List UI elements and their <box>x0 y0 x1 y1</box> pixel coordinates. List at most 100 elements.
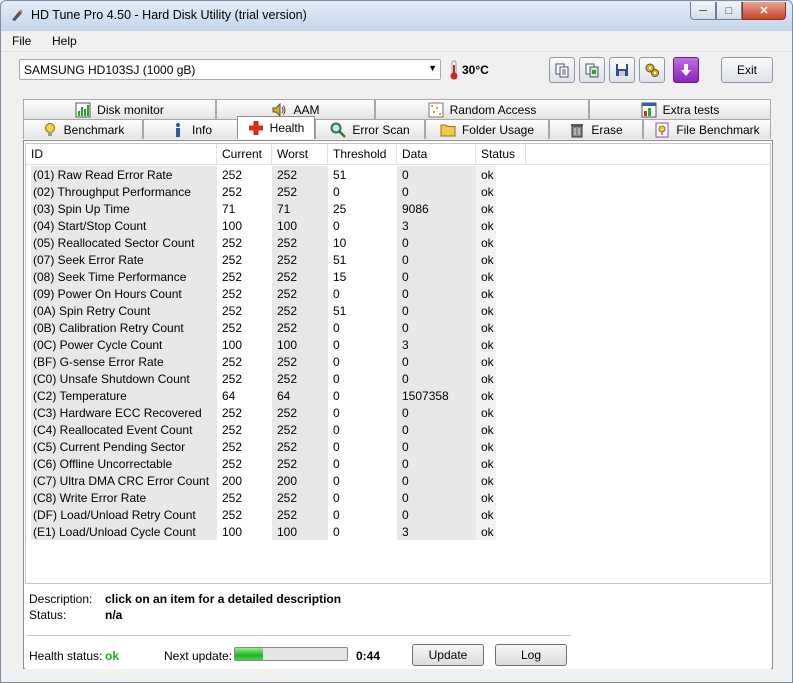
tab-error-scan[interactable]: Error Scan <box>315 119 425 139</box>
table-row[interactable]: (0A) Spin Retry Count 252 252 51 0 ok <box>26 303 770 320</box>
table-row[interactable]: (03) Spin Up Time 71 71 25 9086 ok <box>26 201 770 218</box>
cell-worst: 64 <box>277 389 291 403</box>
tab-disk-monitor[interactable]: Disk monitor <box>23 99 216 119</box>
table-row[interactable]: (05) Reallocated Sector Count 252 252 10 0 ok <box>26 235 770 252</box>
maximize-button[interactable]: □ <box>716 2 742 20</box>
folder-icon <box>440 122 456 138</box>
cell-worst: 252 <box>277 440 298 454</box>
cell-status: ok <box>481 304 494 318</box>
cell-status: ok <box>481 389 494 403</box>
column-header-data[interactable]: Data <box>397 144 476 164</box>
minimize-button[interactable]: ─ <box>690 2 716 20</box>
copy-screenshot-button[interactable] <box>579 57 605 83</box>
cell-data: 3 <box>402 525 409 539</box>
table-row[interactable]: (0C) Power Cycle Count 100 100 0 3 ok <box>26 337 770 354</box>
cell-id: (08) Seek Time Performance <box>33 270 187 284</box>
table-row[interactable]: (0B) Calibration Retry Count 252 252 0 0 ok <box>26 320 770 337</box>
tab-benchmark[interactable]: Benchmark <box>23 119 143 139</box>
tab-file-benchmark[interactable]: File Benchmark <box>643 119 771 139</box>
table-row[interactable]: (C8) Write Error Rate 252 252 0 0 ok <box>26 490 770 507</box>
cell-id: (BF) G-sense Error Rate <box>33 355 164 369</box>
save-button[interactable] <box>609 57 635 83</box>
cell-id: (0C) Power Cycle Count <box>33 338 163 352</box>
column-header-current[interactable]: Current <box>217 144 272 164</box>
table-row[interactable]: (08) Seek Time Performance 252 252 15 0 ok <box>26 269 770 286</box>
close-button[interactable]: ✕ <box>742 2 786 20</box>
cell-status: ok <box>481 491 494 505</box>
cell-worst: 252 <box>277 423 298 437</box>
tab-label: Benchmark <box>63 122 125 137</box>
table-row[interactable]: (09) Power On Hours Count 252 252 0 0 ok <box>26 286 770 303</box>
table-row[interactable]: (C0) Unsafe Shutdown Count 252 252 0 0 ok <box>26 371 770 388</box>
cell-data: 1507358 <box>402 389 449 403</box>
cell-worst: 200 <box>277 474 298 488</box>
exit-button[interactable]: Exit <box>721 57 773 83</box>
column-header-worst[interactable]: Worst <box>272 144 328 164</box>
temperature-readout: 30°C <box>462 63 489 77</box>
cell-data: 0 <box>402 253 409 267</box>
download-button[interactable] <box>673 57 699 83</box>
cell-data: 0 <box>402 168 409 182</box>
table-row[interactable]: (DF) Load/Unload Retry Count 252 252 0 0 ok <box>26 507 770 524</box>
cell-worst: 252 <box>277 406 298 420</box>
cell-current: 252 <box>222 287 243 301</box>
table-row[interactable]: (BF) G-sense Error Rate 252 252 0 0 ok <box>26 354 770 371</box>
status-label: Status: <box>29 608 67 622</box>
cell-threshold: 0 <box>333 474 340 488</box>
tab-erase[interactable]: Erase <box>549 119 643 139</box>
tab-info[interactable]: Info <box>143 119 239 139</box>
cell-worst: 252 <box>277 168 298 182</box>
tab-random-access[interactable]: Random Access <box>375 99 589 119</box>
table-row[interactable]: (02) Throughput Performance 252 252 0 0 ok <box>26 184 770 201</box>
update-button[interactable]: Update <box>412 644 484 666</box>
tab-label: File Benchmark <box>676 122 760 137</box>
cell-worst: 252 <box>277 270 298 284</box>
tab-folder-usage[interactable]: Folder Usage <box>425 119 549 139</box>
copy-text-button[interactable] <box>549 57 575 83</box>
cell-worst: 100 <box>277 338 298 352</box>
tab-label: AAM <box>293 102 320 117</box>
options-button[interactable] <box>639 57 665 83</box>
drive-select[interactable]: SAMSUNG HD103SJ (1000 gB) ▼ <box>19 59 441 80</box>
cell-worst: 100 <box>277 525 298 539</box>
smart-table[interactable]: ID Current Worst Threshold Data Status (… <box>25 143 771 584</box>
health-status-label: Health status: <box>29 649 103 663</box>
maximize-icon: □ <box>725 4 733 17</box>
menu-file[interactable]: File <box>12 34 31 48</box>
table-row[interactable]: (01) Raw Read Error Rate 252 252 51 0 ok <box>26 167 770 184</box>
column-header-status[interactable]: Status <box>476 144 526 164</box>
cell-threshold: 0 <box>333 508 340 522</box>
cell-worst: 252 <box>277 236 298 250</box>
cell-current: 252 <box>222 253 243 267</box>
cell-current: 200 <box>222 474 243 488</box>
tab-label: Error Scan <box>352 122 410 137</box>
cell-worst: 252 <box>277 287 298 301</box>
tab-health[interactable]: Health <box>237 116 315 139</box>
cell-id: (C8) Write Error Rate <box>33 491 147 505</box>
table-row[interactable]: (C2) Temperature 64 64 0 1507358 ok <box>26 388 770 405</box>
cell-current: 252 <box>222 304 243 318</box>
cell-threshold: 0 <box>333 389 340 403</box>
copy-screenshot-icon <box>585 63 599 78</box>
log-button[interactable]: Log <box>495 644 567 666</box>
table-row[interactable]: (E1) Load/Unload Cycle Count 100 100 0 3 ok <box>26 524 770 541</box>
description-value: click on an item for a detailed descript… <box>105 592 342 606</box>
cell-status: ok <box>481 406 494 420</box>
column-header-id[interactable]: ID <box>26 144 217 164</box>
table-row[interactable]: (07) Seek Error Rate 252 252 51 0 ok <box>26 252 770 269</box>
cell-id: (C3) Hardware ECC Recovered <box>33 406 202 420</box>
cell-data: 0 <box>402 321 409 335</box>
table-row[interactable]: (C4) Reallocated Event Count 252 252 0 0 ok <box>26 422 770 439</box>
menu-help[interactable]: Help <box>52 34 77 48</box>
download-icon <box>681 64 691 76</box>
column-header-threshold[interactable]: Threshold <box>328 144 397 164</box>
cell-threshold: 51 <box>333 304 347 318</box>
tab-extra-tests[interactable]: Extra tests <box>589 99 771 119</box>
cell-data: 0 <box>402 270 409 284</box>
table-row[interactable]: (04) Start/Stop Count 100 100 0 3 ok <box>26 218 770 235</box>
table-row[interactable]: (C7) Ultra DMA CRC Error Count 200 200 0 0 ok <box>26 473 770 490</box>
table-row[interactable]: (C5) Current Pending Sector 252 252 0 0 ok <box>26 439 770 456</box>
table-row[interactable]: (C6) Offline Uncorrectable 252 252 0 0 ok <box>26 456 770 473</box>
table-row[interactable]: (C3) Hardware ECC Recovered 252 252 0 0 ok <box>26 405 770 422</box>
cell-status: ok <box>481 270 494 284</box>
